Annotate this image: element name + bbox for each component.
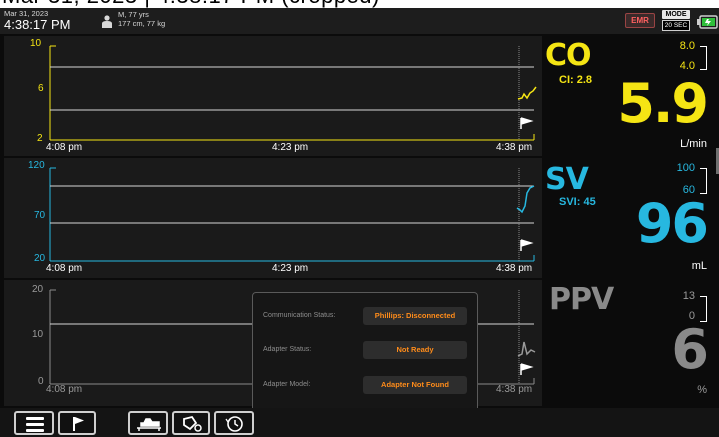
panel-co[interactable]: 10 6 2 4:08 pm 4:23 pm 4:38 pm CO CI: 2.…: [0, 36, 719, 156]
sv-limit-bracket: [700, 168, 707, 194]
ppv-label: PPV: [549, 282, 614, 317]
co-x-tick-end: 4:38 pm: [496, 142, 533, 153]
adapter-model-value[interactable]: Adapter Not Found: [363, 376, 467, 394]
history-icon: [225, 416, 243, 432]
bottom-toolbar: [0, 408, 719, 437]
emr-button[interactable]: EMR: [625, 13, 655, 28]
sv-y-tick-top: 120: [28, 160, 45, 171]
communication-status-value[interactable]: Phillips: Disconnected: [363, 307, 467, 325]
sv-y-tick-mid: 70: [34, 210, 46, 221]
cropped-header-text: Mar 31, 2023 | 4:38:17 PM (cropped): [2, 0, 380, 8]
status-time: 4:38:17 PM: [4, 17, 71, 32]
cropped-header-strip: Mar 31, 2023 | 4:38:17 PM (cropped): [0, 0, 719, 8]
ppv-y-tick-bottom: 0: [38, 376, 44, 387]
co-y-tick-top: 10: [30, 38, 42, 49]
sv-x-tick-mid: 4:23 pm: [272, 263, 309, 274]
sv-value: 96: [635, 192, 709, 255]
monitor-screen: Mar 31, 2023 4:38:17 PM M, 77 yrs 177 cm…: [0, 8, 719, 437]
battery-plug-icon: [697, 14, 719, 29]
person-icon[interactable]: [101, 13, 113, 28]
co-y-tick-mid: 6: [38, 83, 44, 94]
bed-button[interactable]: [128, 411, 168, 435]
co-trend-plot[interactable]: 10 6 2 4:08 pm 4:23 pm 4:38 pm: [4, 36, 542, 156]
adapter-status-label: Adapter Status:: [263, 346, 312, 353]
svi-value: SVI: 45: [559, 196, 596, 208]
sv-label: SV: [545, 162, 589, 197]
ppv-upper-limit[interactable]: 13: [683, 290, 695, 302]
mode-button[interactable]: MODE 20 SEC: [662, 10, 690, 31]
sv-trend-plot[interactable]: 120 70 20 4:08 pm 4:23 pm 4:38 pm: [4, 158, 542, 278]
co-lower-limit[interactable]: 4.0: [680, 60, 695, 72]
flag-icon: [73, 417, 84, 431]
co-value: 5.9: [617, 72, 709, 135]
sv-x-tick-end: 4:38 pm: [496, 263, 533, 274]
ppv-y-tick-top: 20: [32, 284, 44, 295]
sv-y-tick-bottom: 20: [34, 253, 46, 264]
sv-unit: mL: [691, 260, 707, 272]
co-x-tick-start: 4:08 pm: [46, 142, 83, 153]
flag-button[interactable]: [58, 411, 96, 435]
clinical-tools-button[interactable]: [172, 411, 210, 435]
communication-status-dialog: Communication Status: Phillips: Disconne…: [252, 292, 478, 414]
co-x-tick-mid: 4:23 pm: [272, 142, 309, 153]
ppv-x-tick-start: 4:08 pm: [46, 384, 83, 395]
adapter-status-value[interactable]: Not Ready: [363, 341, 467, 359]
mode-value: 20 SEC: [662, 20, 690, 31]
sv-upper-limit[interactable]: 100: [677, 162, 695, 174]
co-upper-limit[interactable]: 8.0: [680, 40, 695, 52]
co-y-tick-bottom: 2: [37, 133, 43, 144]
ppv-unit: %: [697, 384, 707, 396]
sv-x-tick-start: 4:08 pm: [46, 263, 83, 274]
adapter-model-label: Adapter Model:: [263, 381, 311, 388]
co-unit: L/min: [680, 138, 707, 150]
ppv-value: 6: [671, 318, 709, 381]
panel-sv[interactable]: 120 70 20 4:08 pm 4:23 pm 4:38 pm SV SVI…: [0, 158, 719, 278]
history-button[interactable]: [214, 411, 254, 435]
co-limit-bracket: [700, 46, 707, 70]
communication-status-label: Communication Status:: [263, 312, 336, 319]
ci-value: CI: 2.8: [559, 74, 593, 86]
menu-button[interactable]: [14, 411, 54, 435]
mode-label: MODE: [662, 10, 690, 19]
patient-demographics[interactable]: M, 77 yrs: [118, 10, 149, 19]
menu-icon: [26, 417, 44, 432]
ppv-x-tick-end: 4:38 pm: [496, 384, 533, 395]
status-bar: Mar 31, 2023 4:38:17 PM M, 77 yrs 177 cm…: [0, 8, 719, 34]
patient-body-metrics[interactable]: 177 cm, 77 kg: [118, 19, 165, 28]
co-label: CO: [545, 38, 592, 73]
clinical-tools-icon: [183, 415, 202, 432]
ppv-y-tick-mid: 10: [32, 329, 44, 340]
bed-icon: [137, 418, 161, 431]
